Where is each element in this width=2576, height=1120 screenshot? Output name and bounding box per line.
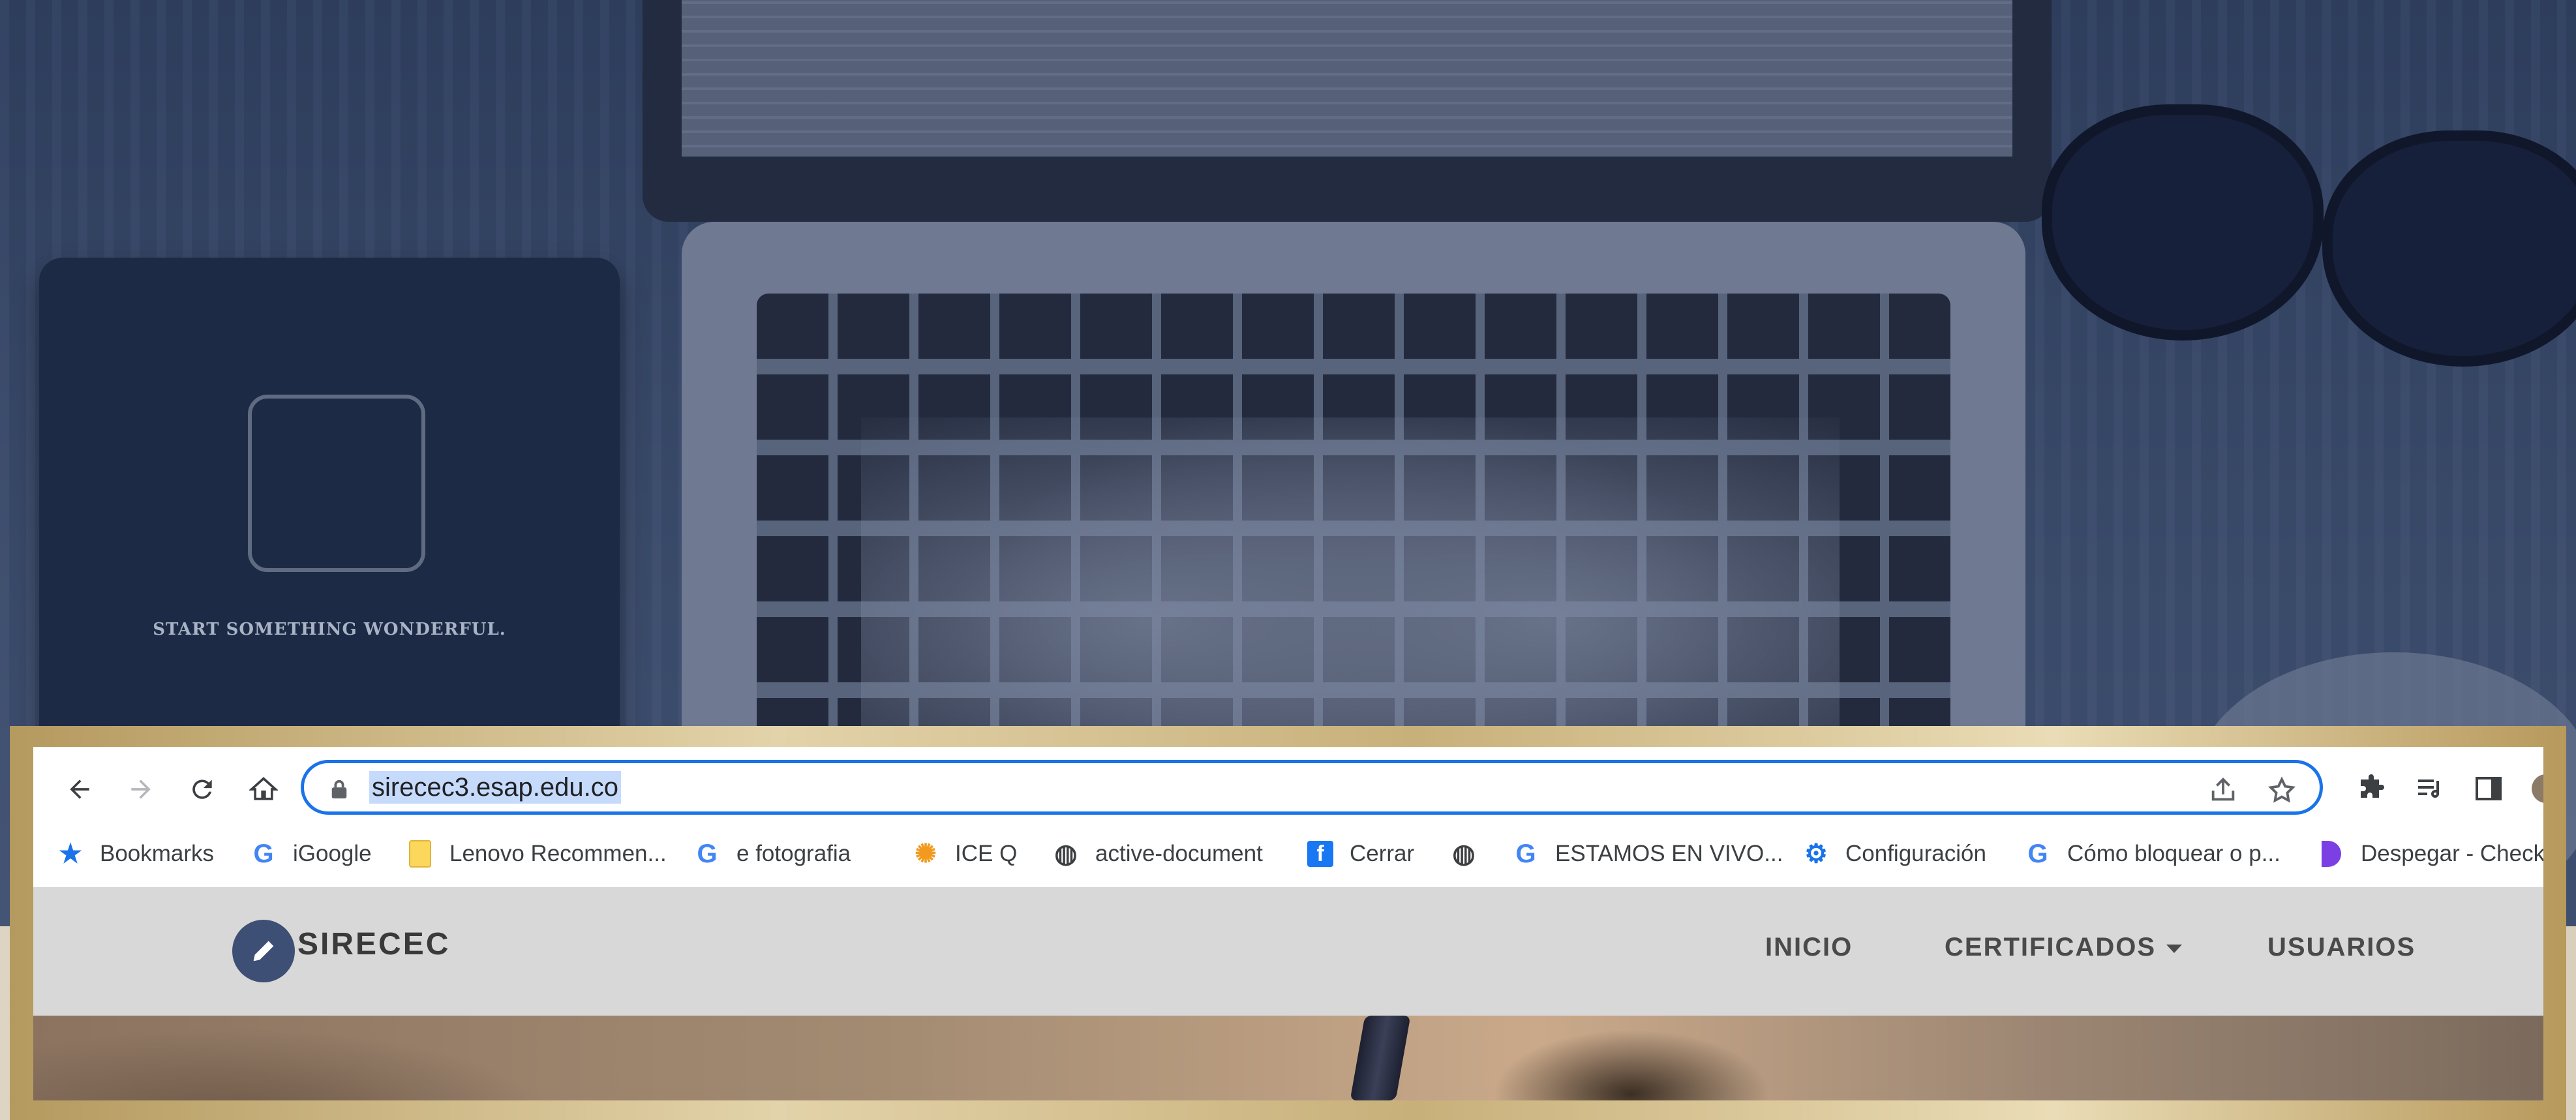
url-text[interactable]: sirecec3.esap.edu.co — [369, 771, 622, 804]
bookmark-cerrar[interactable]: f Cerrar — [1305, 834, 1414, 873]
arrow-left-icon — [70, 779, 89, 799]
extensions-button[interactable] — [2349, 766, 2393, 811]
bookmark-configuracion[interactable]: ⚙ Configuración — [1801, 834, 1986, 873]
browser-window: sirecec3.esap.edu.co ★ Bookmarks G iGoog… — [33, 747, 2543, 1100]
bookmark-lenovo[interactable]: Lenovo Recommen... — [405, 834, 667, 873]
folder-icon — [405, 839, 435, 869]
flower-icon: ✺ — [915, 840, 937, 868]
side-panel-icon — [2476, 777, 2502, 800]
globe-icon: ◍ — [1452, 840, 1476, 868]
bookmark-label: Bookmarks — [100, 841, 215, 866]
bookmark-label: iGoogle — [293, 841, 372, 866]
lock-icon[interactable] — [330, 779, 348, 798]
google-icon: G — [253, 839, 274, 868]
sunglasses — [2042, 104, 2576, 367]
notebook-text: START SOMETHING WONDERFUL. — [153, 620, 506, 639]
notebook: START SOMETHING WONDERFUL. — [39, 258, 620, 753]
star-outline-icon — [2268, 776, 2296, 803]
gear-icon: ⚙ — [1804, 840, 1828, 868]
bookmark-globe[interactable]: ◍ — [1449, 834, 1493, 873]
despegar-icon — [2316, 839, 2346, 869]
sunglasses-lens-left — [2042, 104, 2324, 341]
bookmark-label: ESTAMOS EN VIVO... — [1555, 841, 1783, 866]
home-button[interactable] — [239, 765, 288, 813]
bookmark-label: ICE Q — [955, 841, 1018, 866]
sunglasses-lens-right — [2322, 130, 2576, 367]
bookmark-label: Configuración — [1845, 841, 1986, 866]
bookmark-igoogle[interactable]: G iGoogle — [249, 834, 372, 873]
globe-icon: ◍ — [1054, 840, 1078, 868]
bookmark-despegar[interactable]: Despegar - Checkout — [2316, 834, 2543, 873]
profile-button[interactable] — [2524, 766, 2543, 811]
pencil-icon — [253, 941, 274, 961]
pen — [1350, 1016, 1411, 1100]
bookmarks-bar: ★ Bookmarks G iGoogle Lenovo Recommen...… — [33, 826, 2543, 881]
bookmark-ice-q[interactable]: ✺ ICE Q — [911, 834, 1017, 873]
arrow-right-icon — [131, 779, 151, 799]
bookmark-label: Despegar - Checkout — [2361, 841, 2543, 866]
brand-name[interactable]: SIRECEC — [297, 926, 450, 962]
nav-usuarios[interactable]: USUARIOS — [2267, 933, 2416, 962]
nav-certificados-label: CERTIFICADOS — [1945, 933, 2156, 961]
google-icon: G — [2027, 839, 2048, 868]
google-icon: G — [697, 839, 718, 868]
laptop-screen — [643, 0, 2052, 222]
bookmark-label: active-document — [1095, 841, 1263, 866]
bookmark-active-document[interactable]: ◍ active-document — [1051, 834, 1263, 873]
hero-image — [33, 1016, 2543, 1100]
bookmark-e-fotografia[interactable]: G e fotografia — [692, 834, 851, 873]
bookmark-bookmarks[interactable]: ★ Bookmarks — [55, 834, 214, 873]
nav-inicio[interactable]: INICIO — [1765, 933, 1853, 962]
typewriter-illustration — [248, 395, 425, 572]
reload-icon — [192, 779, 212, 799]
caret-down-icon — [2166, 944, 2182, 953]
back-button[interactable] — [55, 765, 104, 813]
side-panel-button[interactable] — [2466, 766, 2511, 811]
bookmark-label: Cerrar — [1350, 841, 1415, 866]
spreadsheet-on-screen — [682, 0, 2012, 157]
share-icon — [2211, 778, 2235, 801]
bookmark-star-button[interactable] — [2264, 772, 2300, 809]
nav-certificados[interactable]: CERTIFICADOS — [1945, 933, 2182, 962]
google-icon: G — [1515, 839, 1536, 868]
bookmark-label: Lenovo Recommen... — [449, 841, 667, 866]
facebook-icon: f — [1305, 839, 1335, 869]
bookmark-como-bloquear[interactable]: G Cómo bloquear o p... — [2023, 834, 2281, 873]
brand-logo[interactable] — [232, 920, 295, 982]
media-button[interactable] — [2408, 766, 2452, 811]
browser-toolbar: sirecec3.esap.edu.co — [33, 747, 2543, 832]
avatar — [2532, 774, 2543, 803]
star-icon: ★ — [59, 840, 82, 868]
bookmark-estamos-en-vivo[interactable]: G ESTAMOS EN VIVO... — [1511, 834, 1783, 873]
home-icon — [249, 777, 278, 800]
bookmark-label: e fotografia — [736, 841, 851, 866]
site-navbar: SIRECEC INICIO CERTIFICADOS USUARIOS — [33, 887, 2543, 1016]
puzzle-icon — [2361, 774, 2384, 798]
share-button[interactable] — [2205, 772, 2241, 809]
address-bar[interactable]: sirecec3.esap.edu.co — [301, 760, 2323, 815]
playlist-icon — [2418, 779, 2439, 798]
reload-button[interactable] — [178, 765, 226, 813]
forward-button[interactable] — [117, 765, 165, 813]
bookmark-label: Cómo bloquear o p... — [2067, 841, 2281, 866]
